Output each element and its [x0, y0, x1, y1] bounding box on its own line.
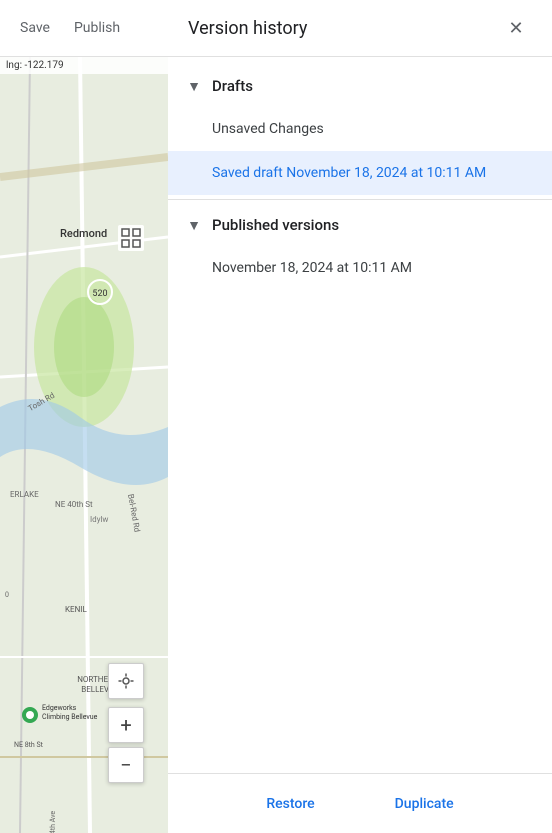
svg-text:NE 8th St: NE 8th St — [14, 741, 44, 749]
published-section-header[interactable]: ▼ Published versions — [168, 204, 552, 246]
svg-text:ERLAKE: ERLAKE — [10, 490, 39, 499]
map-container: Save Publish lng: -122.179 520 Redmond E… — [0, 0, 168, 833]
svg-text:NE 40th St: NE 40th St — [55, 500, 93, 509]
svg-text:KENIL: KENIL — [65, 605, 87, 614]
close-icon: ✕ — [508, 18, 523, 39]
save-button[interactable]: Save — [8, 14, 62, 42]
published-version-item[interactable]: November 18, 2024 at 10:11 AM — [168, 246, 552, 290]
svg-text:Climbing Bellevue: Climbing Bellevue — [42, 713, 98, 721]
panel-header: Version history ✕ — [168, 0, 552, 57]
zoom-in-button[interactable]: + — [108, 707, 144, 743]
section-divider — [168, 199, 552, 200]
svg-text:Edgeworks: Edgeworks — [42, 704, 77, 712]
published-section-title: Published versions — [212, 216, 339, 234]
panel-title: Version history — [188, 18, 307, 39]
svg-text:Redmond: Redmond — [60, 227, 107, 240]
toolbar: Save Publish — [0, 0, 168, 57]
drafts-section-title: Drafts — [212, 77, 253, 95]
restore-button[interactable]: Restore — [250, 788, 330, 820]
svg-text:Idylw: Idylw — [90, 515, 108, 524]
zoom-out-button[interactable]: − — [108, 747, 144, 783]
duplicate-button[interactable]: Duplicate — [379, 788, 470, 820]
saved-draft-item[interactable]: Saved draft November 18, 2024 at 10:11 A… — [168, 151, 552, 195]
locate-button[interactable] — [108, 663, 144, 699]
svg-text:0: 0 — [5, 591, 9, 599]
unsaved-changes-item[interactable]: Unsaved Changes — [168, 107, 552, 151]
published-chevron-icon: ▼ — [184, 217, 204, 234]
unsaved-changes-label: Unsaved Changes — [212, 121, 324, 137]
saved-draft-label: Saved draft November 18, 2024 at 10:11 A… — [212, 165, 486, 181]
coordinates-bar: lng: -122.179 — [0, 57, 168, 74]
published-version-label: November 18, 2024 at 10:11 AM — [212, 260, 412, 276]
map-controls: + − — [108, 663, 144, 783]
svg-text:164th Ave: 164th Ave — [49, 811, 57, 833]
panel-footer: Restore Duplicate — [168, 773, 552, 833]
publish-button[interactable]: Publish — [62, 14, 132, 42]
coordinates-text: lng: -122.179 — [6, 60, 64, 71]
version-history-panel: Version history ✕ ▼ Drafts Unsaved Chang… — [168, 0, 552, 833]
panel-content: ▼ Drafts Unsaved Changes Saved draft Nov… — [168, 57, 552, 773]
drafts-section-header[interactable]: ▼ Drafts — [168, 65, 552, 107]
drafts-chevron-icon: ▼ — [184, 78, 204, 95]
close-button[interactable]: ✕ — [500, 12, 532, 44]
svg-text:520: 520 — [92, 289, 107, 299]
